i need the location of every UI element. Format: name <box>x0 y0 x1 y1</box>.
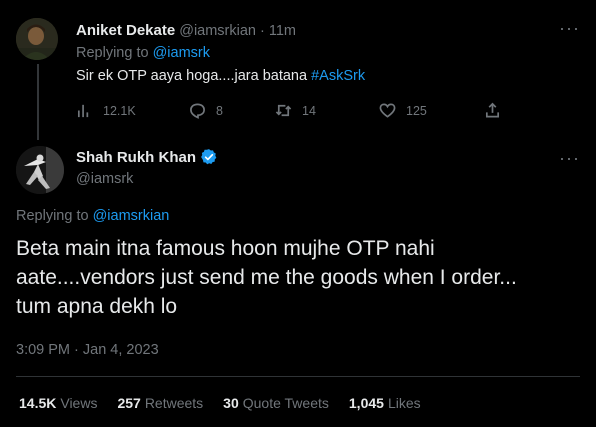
quotes-stat-label: Quote Tweets <box>242 395 329 411</box>
reply-action[interactable]: 8 <box>189 102 223 119</box>
reply-tweet-text: Sir ek OTP aaya hoga....jara batana #Ask… <box>76 68 580 84</box>
retweet-action[interactable]: 14 <box>275 102 316 119</box>
heart-icon <box>379 103 396 118</box>
retweets-stat[interactable]: 257 Retweets <box>117 395 203 411</box>
reply-replying-to: Replying to @iamsrk <box>76 45 580 61</box>
replying-to-label: Replying to <box>16 208 93 224</box>
reply-author-name[interactable]: Aniket Dekate <box>76 22 175 39</box>
tweet-timestamp[interactable]: 3:09 PM · Jan 4, 2023 <box>16 342 159 358</box>
divider <box>16 376 580 377</box>
reply-count: 8 <box>216 103 223 118</box>
views-stat-value: 14.5K <box>19 395 57 411</box>
engagement-stats: 14.5K Views 257 Retweets 30 Quote Tweets 1,… <box>19 395 421 411</box>
analytics-icon <box>77 104 89 118</box>
share-action[interactable] <box>484 102 501 119</box>
likes-stat-label: Likes <box>387 395 421 411</box>
dot-separator: · <box>259 22 265 39</box>
reply-action-bar: 12.1K 8 14 125 <box>76 102 506 120</box>
replying-to-mention[interactable]: @iamsrk <box>153 45 210 61</box>
avatar-image <box>16 146 64 194</box>
quotes-stat-value: 30 <box>223 395 239 411</box>
retweet-count: 14 <box>302 103 316 118</box>
thread-connector-line <box>37 64 39 140</box>
main-more-options-icon[interactable]: ··· <box>559 148 580 169</box>
replying-to-label: Replying to <box>76 45 153 61</box>
retweet-icon <box>275 104 292 117</box>
avatar-aniket[interactable] <box>16 18 58 60</box>
verified-badge-icon[interactable] <box>200 148 218 166</box>
replying-to-mention[interactable]: @iamsrkian <box>93 208 170 224</box>
main-tweet-header: Shah Rukh Khan @iamsrk ··· <box>76 148 580 187</box>
quotes-stat[interactable]: 30 Quote Tweets <box>223 395 329 411</box>
reply-more-options-icon[interactable]: ··· <box>559 18 580 39</box>
avatar-image <box>16 18 58 60</box>
views-stat[interactable]: 14.5K Views <box>19 395 97 411</box>
likes-stat-value: 1,045 <box>348 395 384 411</box>
main-tweet-text: Beta main itna famous hoon mujhe OTP nah… <box>16 234 586 321</box>
retweets-stat-label: Retweets <box>144 395 204 411</box>
main-replying-to: Replying to @iamsrkian <box>16 208 169 224</box>
main-author-handle[interactable]: @iamsrk <box>76 171 580 187</box>
main-author-row: Shah Rukh Khan <box>76 148 580 166</box>
reply-text-body: Sir ek OTP aaya hoga....jara batana <box>76 68 312 84</box>
reply-author-handle[interactable]: @iamsrkian <box>179 23 256 39</box>
reply-icon <box>190 103 205 119</box>
retweets-stat-value: 257 <box>117 395 141 411</box>
hashtag-link[interactable]: #AskSrk <box>311 68 365 84</box>
views-count: 12.1K <box>103 103 136 118</box>
avatar-shah-rukh-khan[interactable] <box>16 146 64 194</box>
reply-tweet-header: Aniket Dekate @iamsrkian · 11m <box>76 22 580 39</box>
like-count: 125 <box>406 103 427 118</box>
main-author-name[interactable]: Shah Rukh Khan <box>76 149 196 166</box>
main-text-line-3: tum apna dekh lo <box>16 295 178 318</box>
reply-time[interactable]: 11m <box>269 23 296 39</box>
likes-stat[interactable]: 1,045 Likes <box>349 395 421 411</box>
reply-tweet[interactable]: Aniket Dekate @iamsrkian · 11m ··· Reply… <box>76 18 580 84</box>
share-icon <box>485 102 500 118</box>
like-action[interactable]: 125 <box>379 102 427 119</box>
views-stat-label: Views <box>60 395 98 411</box>
main-text-line-1: Beta main itna famous hoon mujhe OTP nah… <box>16 237 435 260</box>
views-action[interactable]: 12.1K <box>76 102 136 119</box>
main-text-line-2: aate....vendors just send me the goods w… <box>16 266 517 289</box>
